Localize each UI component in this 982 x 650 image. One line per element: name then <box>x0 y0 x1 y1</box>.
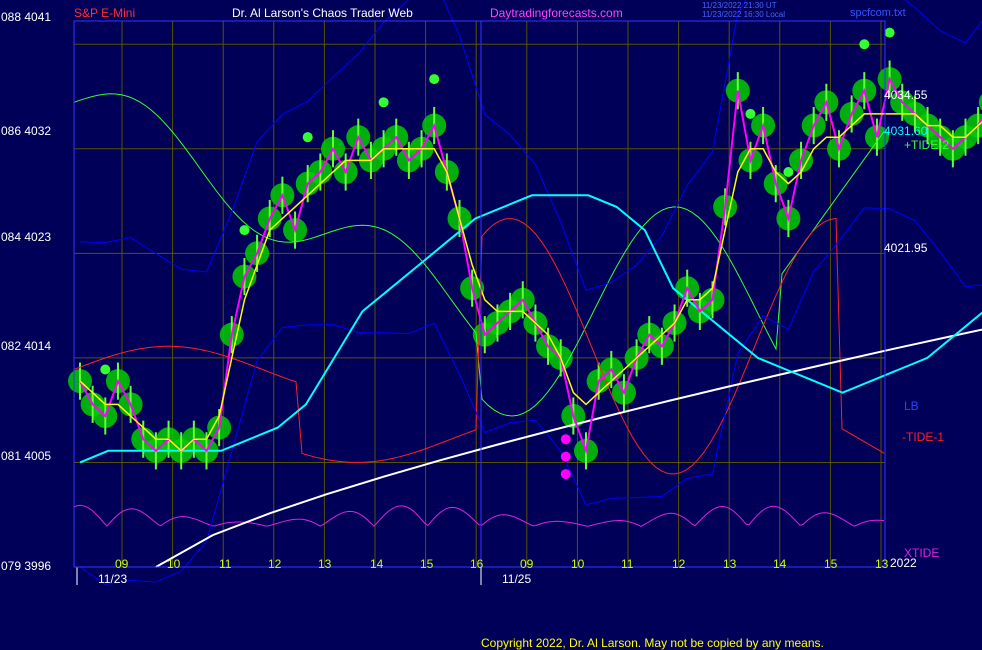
site-link[interactable]: Daytradingforecasts.com <box>490 6 623 20</box>
legend-tide1: -TIDE-1 <box>902 430 944 444</box>
legend-tide2: +TIDE-2 <box>904 138 950 152</box>
green-dot-marker <box>239 225 250 236</box>
x-tick-label: 14 <box>773 557 787 571</box>
x-tick-label: 15 <box>420 557 434 571</box>
green-dot-marker <box>302 132 313 143</box>
right-label-long-avg: 4021.95 <box>884 241 928 255</box>
timestamp-local: 11/23/2022 16:30 Local <box>702 10 786 19</box>
green-dot-marker <box>859 39 870 50</box>
y-tick-label: 084 4023 <box>1 230 52 244</box>
magenta-dot-marker <box>560 434 571 445</box>
chart-title: Dr. Al Larson's Chaos Trader Web <box>232 6 413 20</box>
green-dot-marker <box>745 108 756 119</box>
green-dot-marker <box>378 97 389 108</box>
file-label: spcfcom.txt <box>850 7 906 19</box>
y-tick-label: 082 4014 <box>1 339 52 353</box>
x-tick-label: 10 <box>167 557 181 571</box>
y-tick-label: 079 3996 <box>1 559 52 573</box>
y-tick-label: 088 4041 <box>1 10 52 24</box>
y-tick-label: 081 4005 <box>1 449 52 463</box>
x-tick-label: 11 <box>621 557 634 571</box>
right-label-avg: 4031.60 <box>884 124 928 138</box>
magenta-dot-marker <box>560 451 571 462</box>
x-tick-label: 10 <box>571 557 585 571</box>
x-date-label: 11/25 <box>502 572 532 586</box>
x-tick-label: 12 <box>268 557 282 571</box>
x-tick-label: 12 <box>672 557 686 571</box>
copyright: Copyright 2022, Dr. Al Larson. May not b… <box>481 636 824 650</box>
x-tick-label: 09 <box>520 557 534 571</box>
timestamp-utc: 11/23/2022 21:30 UT <box>702 1 777 10</box>
instrument-label: S&P E-Mini <box>74 6 136 20</box>
green-dot-marker <box>884 27 895 38</box>
x-tick-label: 14 <box>370 557 384 571</box>
chart <box>0 0 982 650</box>
green-dot-marker <box>429 74 440 85</box>
x-date-label: 11/23 <box>98 572 128 586</box>
x-tick-label: 16 <box>470 557 484 571</box>
magenta-dot-marker <box>560 469 571 480</box>
y-tick-label: 086 4032 <box>1 124 52 138</box>
legend-lb: LB <box>904 399 919 413</box>
green-dot-marker <box>783 167 794 178</box>
x-tick-label: 13 <box>723 557 737 571</box>
green-dot-marker <box>100 364 111 375</box>
year-label: 2022 <box>890 556 917 570</box>
x-tick-label: 09 <box>115 557 129 571</box>
x-tick-label: 15 <box>824 557 838 571</box>
x-tick-label: 13 <box>318 557 332 571</box>
x-tick-label: 11 <box>219 557 232 571</box>
right-label-price: 4034.55 <box>884 88 928 102</box>
x-tick-label: 13 <box>875 557 889 571</box>
